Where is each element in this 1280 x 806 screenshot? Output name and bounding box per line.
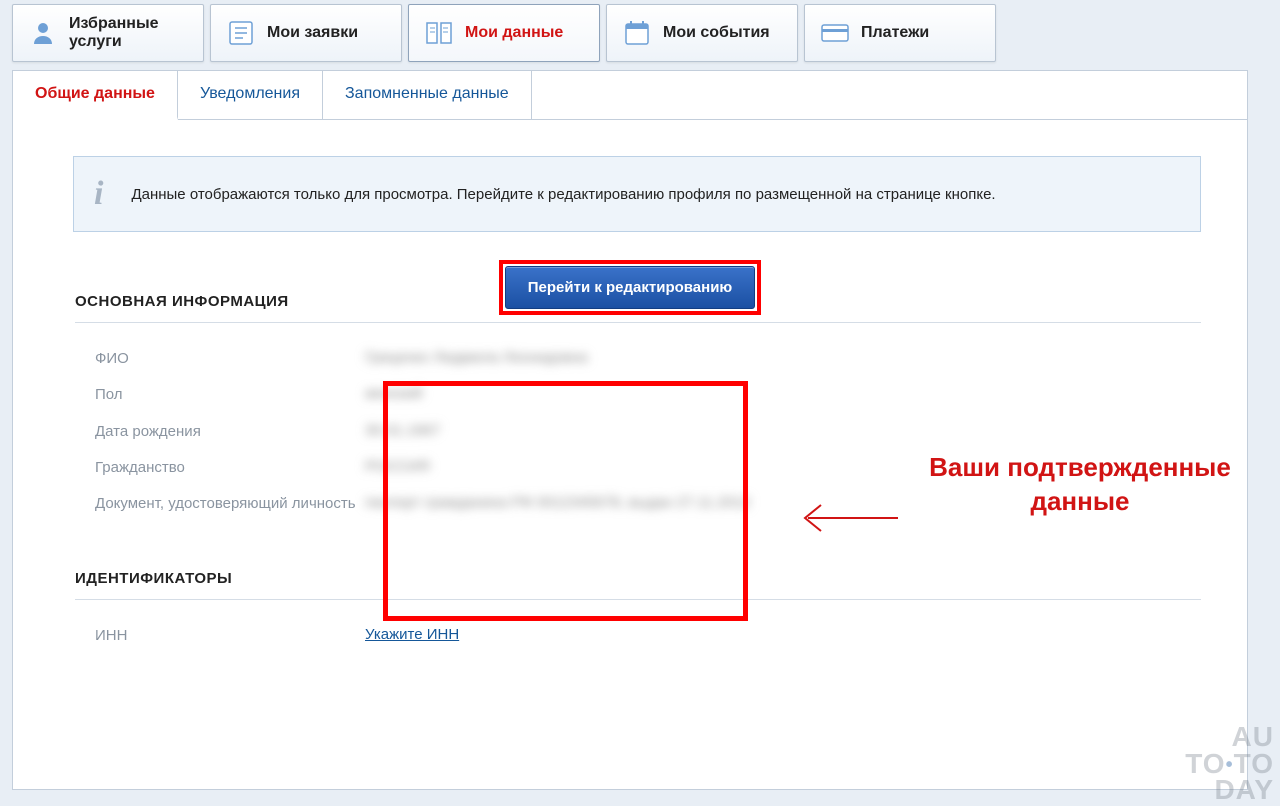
divider xyxy=(75,322,1201,323)
nav-label: Мои заявки xyxy=(267,24,358,42)
nav-favorites[interactable]: Избранные услуги xyxy=(12,4,204,62)
field-label: ФИО xyxy=(95,349,365,369)
form-icon xyxy=(225,17,257,49)
info-banner: i Данные отображаются только для просмот… xyxy=(73,156,1201,232)
divider xyxy=(75,599,1201,600)
identifier-fields: ИНН Укажите ИНН xyxy=(95,618,1247,654)
annotation-text: Ваши подтвержденные данные xyxy=(913,451,1247,519)
tab-general[interactable]: Общие данные xyxy=(13,71,178,120)
tab-notifications[interactable]: Уведомления xyxy=(178,71,323,119)
nav-events[interactable]: Мои события xyxy=(606,4,798,62)
calendar-icon xyxy=(621,17,653,49)
card-icon xyxy=(819,17,851,49)
nav-label: Избранные услуги xyxy=(69,15,183,52)
field-value: 30.01.1967 xyxy=(365,422,440,442)
edit-button[interactable]: Перейти к редактированию xyxy=(505,266,756,309)
section-identifiers: ИДЕНТИФИКАТОРЫ xyxy=(75,570,1247,587)
field-dob: Дата рождения 30.01.1967 xyxy=(95,414,1247,450)
nav-requests[interactable]: Мои заявки xyxy=(210,4,402,62)
field-inn: ИНН Укажите ИНН xyxy=(95,618,1247,654)
book-icon xyxy=(423,17,455,49)
info-icon: i xyxy=(94,175,103,213)
edit-button-area: Перейти к редактированию xyxy=(13,260,1247,315)
field-label: Гражданство xyxy=(95,458,365,478)
nav-label: Мои события xyxy=(663,24,770,42)
highlight-box: Перейти к редактированию xyxy=(499,260,762,315)
nav-payments[interactable]: Платежи xyxy=(804,4,996,62)
nav-label: Мои данные xyxy=(465,24,563,42)
user-icon xyxy=(27,17,59,49)
field-label: ИНН xyxy=(95,626,365,646)
sub-tabs: Общие данные Уведомления Запомненные дан… xyxy=(13,71,1247,120)
field-value: женский xyxy=(365,385,422,405)
content-panel: Общие данные Уведомления Запомненные дан… xyxy=(12,70,1248,790)
field-value: паспорт гражданина РФ 0012345678, выдан … xyxy=(365,494,751,514)
field-label: Пол xyxy=(95,385,365,405)
tab-saved[interactable]: Запомненные данные xyxy=(323,71,532,119)
info-text: Данные отображаются только для просмотра… xyxy=(131,186,995,203)
annotation: Ваши подтвержденные данные xyxy=(913,451,1247,519)
field-fio: ФИО Гриценко Людмила Леонидовна xyxy=(95,341,1247,377)
field-value: РОССИЯ xyxy=(365,458,430,478)
top-nav: Избранные услуги Мои заявки Мои данные М… xyxy=(0,0,1280,62)
nav-label: Платежи xyxy=(861,24,929,42)
nav-mydata[interactable]: Мои данные xyxy=(408,4,600,62)
watermark: AU TO•TO DAY xyxy=(1185,724,1274,804)
field-value: Гриценко Людмила Леонидовна xyxy=(365,349,588,369)
arrow-icon xyxy=(793,493,903,543)
field-gender: Пол женский xyxy=(95,377,1247,413)
field-label: Дата рождения xyxy=(95,422,365,442)
inn-link[interactable]: Укажите ИНН xyxy=(365,626,459,646)
field-label: Документ, удостоверяющий личность xyxy=(95,494,365,514)
